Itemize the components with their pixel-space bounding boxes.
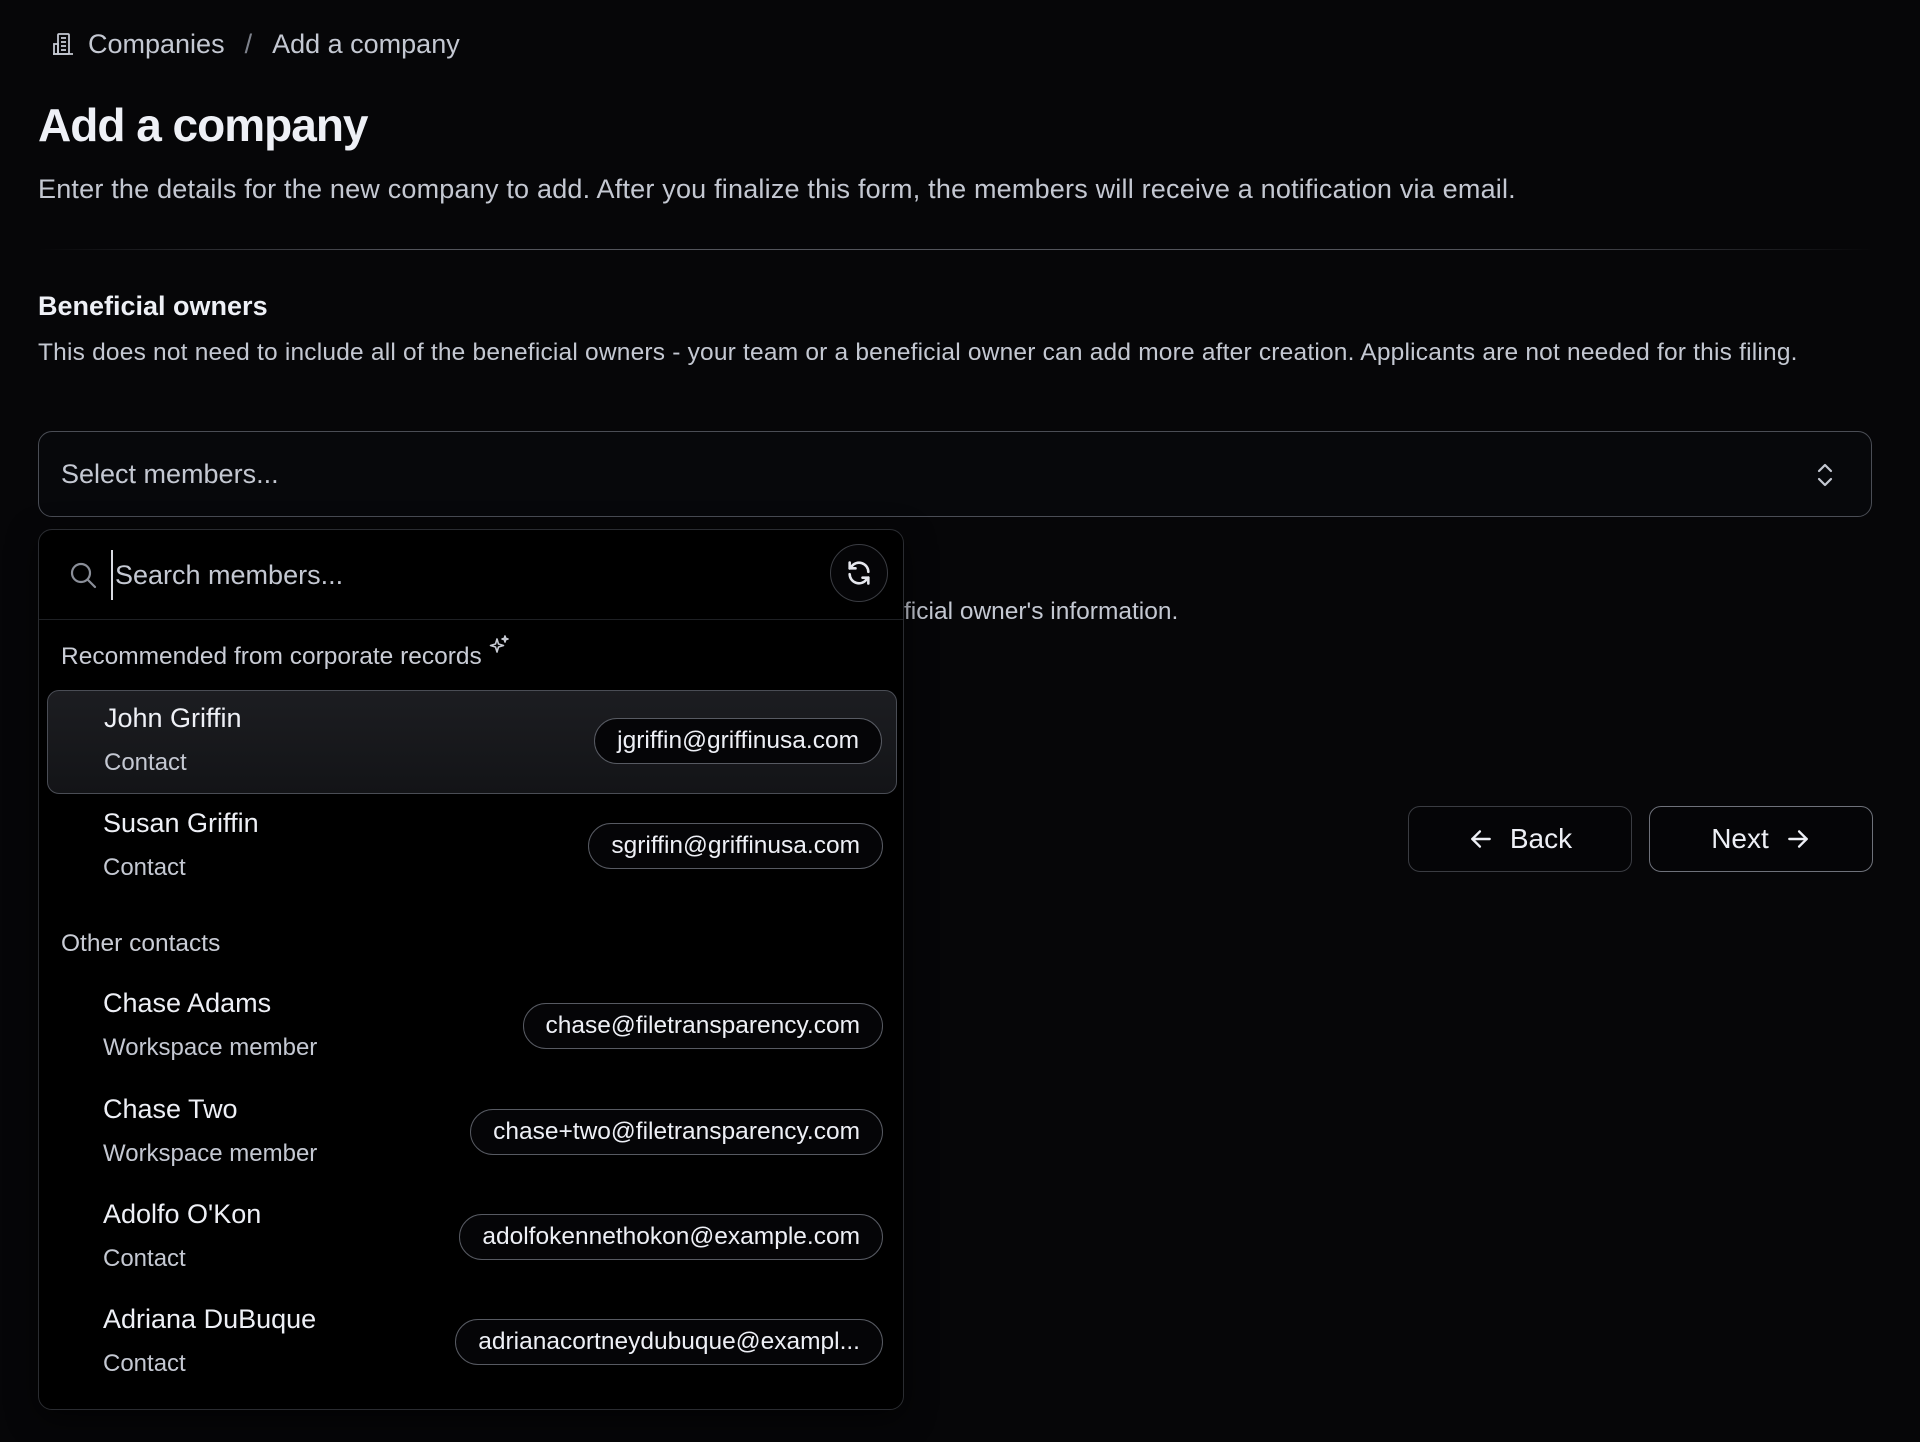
members-dropdown: Recommended from corporate records John … — [38, 529, 904, 1410]
next-button[interactable]: Next — [1649, 806, 1873, 872]
refresh-button[interactable] — [830, 544, 888, 602]
member-option[interactable]: Susan Griffin Contact sgriffin@griffinus… — [47, 796, 897, 900]
section-divider — [38, 249, 1874, 250]
arrow-right-icon — [1787, 830, 1808, 848]
member-option[interactable]: Chase Adams Workspace member chase@filet… — [47, 976, 897, 1080]
member-email-badge: jgriffin@griffinusa.com — [594, 718, 882, 764]
member-option[interactable]: John Griffin Contact jgriffin@griffinusa… — [47, 690, 897, 794]
member-email-badge: chase@filetransparency.com — [522, 1003, 883, 1049]
page-title: Add a company — [38, 99, 369, 151]
member-name: Chase Two — [103, 1094, 238, 1124]
chevrons-up-down-icon — [1815, 460, 1835, 490]
member-email-badge: adrianacortneydubuque@exampl... — [455, 1319, 883, 1365]
member-role: Contact — [103, 1245, 186, 1272]
sparkle-icon — [488, 635, 510, 657]
search-members-input[interactable] — [111, 550, 815, 600]
search-icon — [69, 561, 97, 589]
members-select[interactable]: Select members... — [38, 431, 1872, 517]
member-option[interactable]: Adolfo O'Kon Contact adolfokennethokon@e… — [47, 1187, 897, 1291]
member-role: Contact — [103, 854, 186, 881]
member-role: Contact — [104, 749, 187, 776]
back-button[interactable]: Back — [1408, 806, 1632, 872]
member-option[interactable]: Adriana DuBuque Contact adrianacortneydu… — [47, 1292, 897, 1396]
member-name: Chase Adams — [103, 988, 272, 1018]
refresh-icon — [848, 561, 870, 585]
next-button-label: Next — [1711, 823, 1769, 854]
search-row — [39, 530, 903, 620]
member-name: John Griffin — [104, 703, 242, 733]
member-email-badge: chase+two@filetransparency.com — [470, 1109, 883, 1155]
member-name: Susan Griffin — [103, 808, 259, 838]
breadcrumb-companies-link[interactable]: Companies — [88, 29, 225, 60]
section-description: This does not need to include all of the… — [38, 339, 1798, 366]
obscured-helper-text: ficial owner's information. — [904, 598, 1179, 625]
group-label-other: Other contacts — [61, 930, 221, 957]
member-role: Workspace member — [103, 1034, 318, 1061]
member-option[interactable]: Chase Two Workspace member chase+two@fil… — [47, 1082, 897, 1186]
member-role: Contact — [103, 1350, 186, 1377]
building-icon — [52, 32, 74, 56]
member-email-badge: sgriffin@griffinusa.com — [588, 823, 883, 869]
group-label-recommended: Recommended from corporate records — [61, 635, 510, 671]
member-email-badge: adolfokennethokon@example.com — [459, 1214, 883, 1260]
page-subtitle: Enter the details for the new company to… — [38, 174, 1516, 204]
members-select-placeholder: Select members... — [61, 458, 279, 489]
breadcrumb-separator: / — [244, 28, 253, 59]
member-name: Adolfo O'Kon — [103, 1199, 262, 1229]
breadcrumb-current: Add a company — [272, 28, 460, 59]
breadcrumb: Companies / Add a company — [52, 26, 460, 62]
member-role: Workspace member — [103, 1140, 318, 1167]
member-name: Adriana DuBuque — [103, 1304, 317, 1334]
section-title: Beneficial owners — [38, 291, 268, 321]
arrow-left-icon — [1471, 830, 1491, 848]
back-button-label: Back — [1509, 823, 1573, 854]
